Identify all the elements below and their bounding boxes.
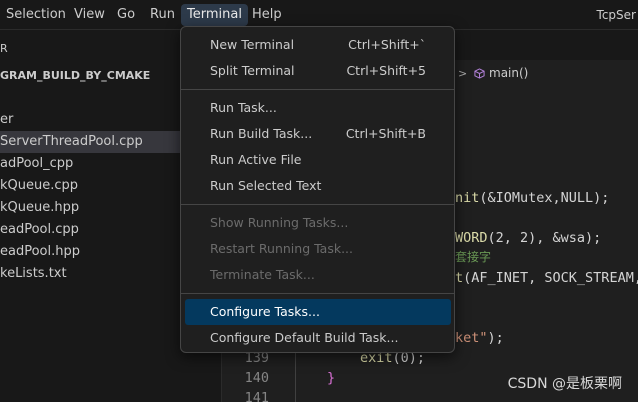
- menu-item-label: Run Build Task...: [210, 126, 313, 141]
- menu-help[interactable]: Help: [246, 4, 288, 26]
- code-line-comment: 套接字: [455, 247, 491, 267]
- menu-item-configure-default-build-task[interactable]: Configure Default Build Task...: [185, 325, 451, 351]
- code-token: (&IOMutex,NULL);: [479, 190, 610, 206]
- code-token: ket": [455, 330, 488, 346]
- menu-item-shortcut: Ctrl+Shift+5: [346, 63, 426, 78]
- menu-item-run-active-file[interactable]: Run Active File: [185, 147, 451, 173]
- menu-item-label: Run Active File: [210, 152, 302, 167]
- menu-item-label: Show Running Tasks...: [210, 215, 349, 230]
- menu-run[interactable]: Run: [144, 4, 181, 26]
- code-line-brace: }: [327, 368, 335, 388]
- menu-separator: [181, 89, 454, 90]
- code-token: nit: [455, 190, 480, 206]
- menu-item-label: Split Terminal: [210, 63, 295, 78]
- menu-separator: [181, 204, 454, 205]
- menu-item-split-terminal[interactable]: Split Terminal Ctrl+Shift+5: [185, 58, 451, 84]
- menu-item-terminate-task: Terminate Task...: [185, 262, 451, 288]
- code-token: 套接字: [455, 250, 492, 264]
- menu-terminal[interactable]: Terminal: [181, 4, 248, 26]
- menu-item-shortcut: Ctrl+Shift+B: [345, 126, 426, 141]
- menu-item-label: Configure Tasks...: [210, 304, 320, 319]
- code-token: );: [487, 330, 504, 346]
- code-token: (2, 2), &wsa);: [487, 230, 602, 246]
- menu-item-label: Run Task...: [210, 100, 277, 115]
- menu-item-label: Configure Default Build Task...: [210, 330, 399, 345]
- menu-view[interactable]: View: [68, 4, 111, 26]
- line-number: 141: [244, 390, 269, 402]
- menu-separator: [181, 293, 454, 294]
- explorer-title: R: [0, 42, 9, 55]
- code-line-string: ket");: [455, 328, 504, 348]
- code-line-word: WORD(2, 2), &wsa);: [455, 228, 601, 248]
- menu-item-show-running-tasks: Show Running Tasks...: [185, 210, 451, 236]
- menu-item-new-terminal[interactable]: New Terminal Ctrl+Shift+`: [185, 32, 451, 58]
- cube-icon: [474, 68, 485, 79]
- terminal-menu: New Terminal Ctrl+Shift+` Split Terminal…: [180, 26, 455, 353]
- menu-item-label: Terminate Task...: [210, 267, 315, 282]
- menu-item-label: New Terminal: [210, 37, 295, 52]
- menu-selection[interactable]: Selection: [0, 4, 72, 26]
- menu-item-restart-running-task: Restart Running Task...: [185, 236, 451, 262]
- code-token: }: [327, 370, 336, 386]
- code-token: WORD: [455, 230, 488, 246]
- menu-item-run-build-task[interactable]: Run Build Task... Ctrl+Shift+B: [185, 121, 451, 147]
- code-token: t: [455, 270, 464, 286]
- menu-item-label: Run Selected Text: [210, 178, 322, 193]
- menu-item-run-selected-text[interactable]: Run Selected Text: [185, 173, 451, 199]
- menu-go[interactable]: Go: [111, 4, 141, 26]
- window-title: TcpSer: [596, 8, 636, 22]
- watermark: CSDN @是板栗啊: [507, 376, 622, 392]
- breadcrumb-separator: >: [458, 67, 468, 80]
- code-token: (AF_INET, SOCK_STREAM,: [463, 270, 638, 286]
- menu-item-run-task[interactable]: Run Task...: [185, 95, 451, 121]
- breadcrumb-function[interactable]: main(): [489, 66, 528, 80]
- explorer-folder-name[interactable]: GRAM_BUILD_BY_CMAKE: [0, 69, 150, 82]
- menu-item-configure-tasks[interactable]: Configure Tasks...: [185, 299, 451, 325]
- menu-item-shortcut: Ctrl+Shift+`: [348, 37, 426, 52]
- line-number: 140: [244, 370, 269, 386]
- code-line-init: nit(&IOMutex,NULL);: [455, 188, 609, 208]
- code-line-socket: t(AF_INET, SOCK_STREAM,: [455, 268, 638, 288]
- menu-item-label: Restart Running Task...: [210, 241, 353, 256]
